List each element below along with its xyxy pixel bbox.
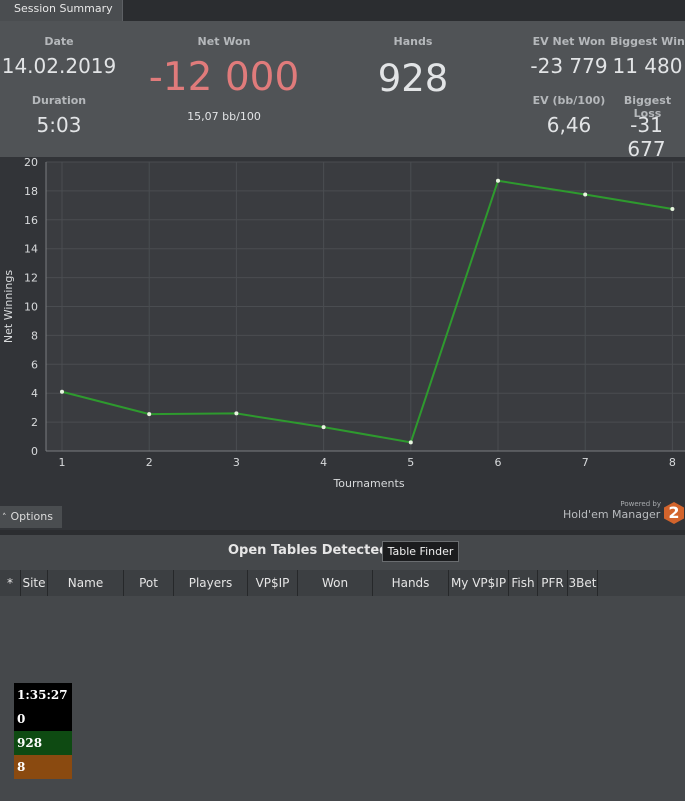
y-tick-label: 12 — [24, 272, 38, 285]
session-summary-panel: Date 14.02.2019 Duration 5:03 Net Won -1… — [0, 21, 685, 161]
x-tick-label: 2 — [146, 456, 153, 469]
y-tick-label: 4 — [31, 387, 38, 400]
date-label: Date — [44, 35, 74, 48]
hands-value: 928 — [377, 57, 449, 100]
x-tick-label: 7 — [582, 456, 589, 469]
x-axis-label: Tournaments — [332, 477, 404, 490]
chart-area: 0 2 4 6 8 10 12 14 16 18 20 1 2 3 4 5 6 7 8 Tournaments Net … — [0, 156, 685, 506]
hud-value-orange: 8 — [14, 755, 72, 779]
net-winnings-chart: 024681012141618201 2 3 4 5 6 7 8TournamentsNet … — [2, 156, 685, 490]
chevron-up-icon: ˄ — [2, 513, 7, 523]
tab-strip: Session Summary — [0, 0, 685, 21]
x-tick-label: 1 — [59, 456, 66, 469]
y-tick-label: 6 — [31, 358, 38, 371]
x-tick-label: 5 — [407, 456, 414, 469]
data-point — [670, 206, 675, 211]
holdem-manager-name: Hold'em Manager — [563, 508, 661, 521]
column-header-name[interactable]: Name — [48, 570, 124, 596]
net-won-bb100: 15,07 bb/100 — [187, 110, 261, 123]
hands-label: Hands — [393, 35, 433, 48]
column-header-won[interactable]: Won — [298, 570, 373, 596]
x-tick-label: 4 — [320, 456, 327, 469]
ev-bb100-label: EV (bb/100) — [532, 94, 606, 107]
hud-value: 0 — [14, 707, 72, 731]
data-point — [234, 411, 239, 416]
biggest-win-value: 11 480 — [612, 54, 683, 78]
separator — [0, 530, 685, 535]
y-axis-label: Net Winnings — [2, 270, 15, 343]
data-point — [321, 425, 326, 430]
data-point — [147, 412, 152, 417]
column-header-star[interactable]: * — [0, 570, 21, 596]
duration-label: Duration — [31, 94, 87, 107]
y-tick-label: 20 — [24, 157, 38, 169]
hud-timer: 1:35:27 — [14, 683, 72, 707]
table-finder-button[interactable]: Table Finder — [382, 541, 459, 562]
y-tick-label: 0 — [31, 445, 38, 458]
y-tick-label: 10 — [24, 301, 38, 314]
x-tick-label: 8 — [669, 456, 676, 469]
y-tick-label: 8 — [31, 329, 38, 342]
open-tables-header: * Site Name Pot Players VP$IP Won Hands … — [0, 570, 685, 596]
ev-net-won-label: EV Net Won — [532, 35, 606, 48]
biggest-loss-value: -31 677 — [627, 113, 666, 161]
column-header-players[interactable]: Players — [174, 570, 248, 596]
data-point — [60, 389, 64, 394]
date-value: 14.02.2019 — [1, 54, 117, 78]
hud-hands: 928 — [14, 731, 72, 755]
column-header-vpip[interactable]: VP$IP — [248, 570, 298, 596]
data-point — [583, 192, 588, 197]
ev-bb100-value: 6,46 — [546, 113, 592, 137]
y-tick-label: 2 — [31, 416, 38, 429]
data-point — [408, 440, 413, 445]
x-tick-label: 3 — [233, 456, 240, 469]
data-point — [496, 178, 500, 183]
column-header-my-vpip[interactable]: My VP$IP — [449, 570, 509, 596]
net-won-label: Net Won — [197, 35, 251, 48]
y-tick-label: 16 — [24, 214, 38, 227]
biggest-win-label: Biggest Win — [610, 35, 685, 48]
column-header-fish[interactable]: Fish — [509, 570, 538, 596]
tab-session-summary[interactable]: Session Summary — [0, 0, 123, 21]
column-header-pot[interactable]: Pot — [124, 570, 174, 596]
y-tick-label: 14 — [24, 243, 38, 256]
net-won-value: -12 000 — [148, 55, 300, 100]
open-tables-title: Open Tables Detected — [228, 543, 389, 558]
column-header-pfr[interactable]: PFR — [538, 570, 568, 596]
column-header-hands[interactable]: Hands — [373, 570, 449, 596]
duration-value: 5:03 — [36, 113, 82, 137]
powered-by-label: Powered by — [620, 500, 661, 508]
ev-net-won-value: -23 779 — [530, 54, 608, 78]
options-label: Options — [10, 510, 53, 523]
column-header-site[interactable]: Site — [21, 570, 48, 596]
column-header-3bet[interactable]: 3Bet — [568, 570, 598, 596]
x-tick-label: 6 — [495, 456, 502, 469]
options-button[interactable]: ˄ Options — [0, 506, 62, 528]
y-tick-label: 18 — [24, 185, 38, 198]
